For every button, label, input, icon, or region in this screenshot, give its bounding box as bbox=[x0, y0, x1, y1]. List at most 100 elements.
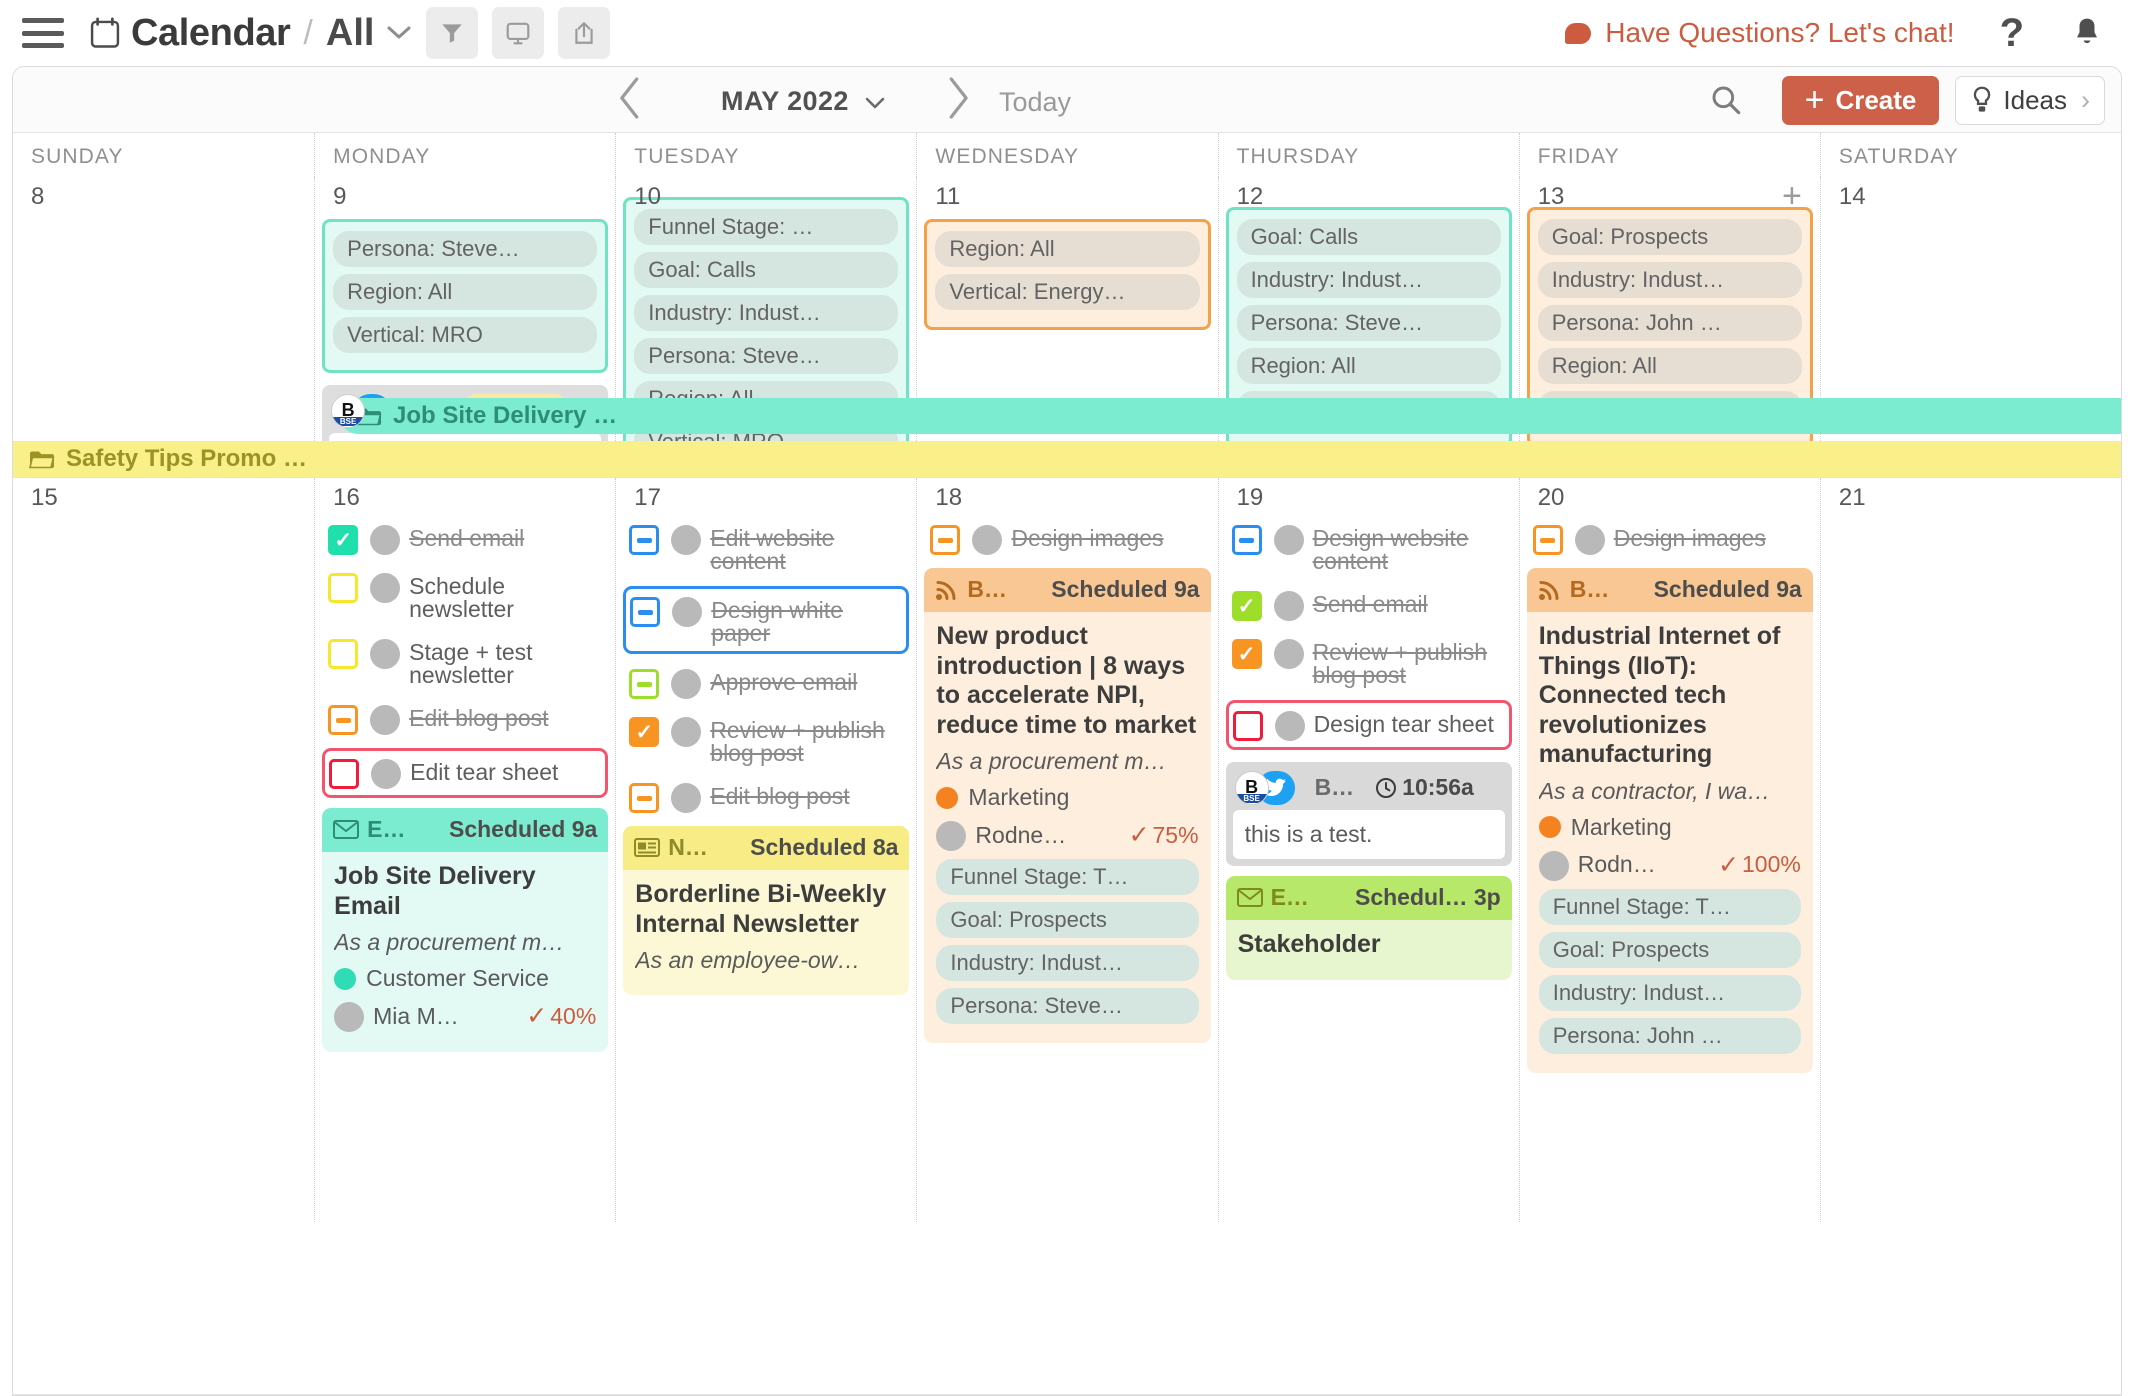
task-row[interactable]: Edit blog post bbox=[627, 778, 909, 816]
tag-pill[interactable]: Goal: Prospects bbox=[936, 902, 1199, 938]
tag-pill[interactable]: Funnel Stage: T… bbox=[1538, 888, 1801, 925]
today-button[interactable]: Today bbox=[999, 87, 1071, 118]
task-checkbox[interactable] bbox=[629, 783, 660, 813]
task-row[interactable]: Edit website content bbox=[627, 520, 909, 576]
task-checkbox[interactable]: ✓ bbox=[328, 525, 359, 555]
task-row[interactable]: ✓ Review + publish blog post bbox=[627, 712, 909, 768]
tag-pill[interactable]: Goal: Calls bbox=[634, 252, 899, 288]
content-schedule-label: Schedul… 3p bbox=[1355, 884, 1501, 910]
content-card-email[interactable]: E… Schedul… 3p Stakeholder bbox=[1225, 876, 1512, 980]
tag-pill[interactable]: Goal: Prospects bbox=[1537, 219, 1802, 255]
chevron-down-icon[interactable] bbox=[386, 25, 412, 41]
tag-pill[interactable]: Industry: Indust… bbox=[1236, 262, 1501, 298]
tag-pill[interactable]: Industry: Indust… bbox=[634, 295, 899, 331]
day-cell-19[interactable]: 19 Design website content ✓ Send email ✓… bbox=[1217, 478, 1519, 1222]
task-checkbox[interactable] bbox=[328, 573, 359, 603]
add-event-button[interactable]: + bbox=[1782, 179, 1802, 213]
tag-pill[interactable]: Funnel Stage: T… bbox=[936, 859, 1199, 895]
weekday-thursday: THURSDAY bbox=[1217, 133, 1519, 177]
tag-pill[interactable]: Persona: Steve… bbox=[634, 338, 899, 374]
task-checkbox[interactable] bbox=[1231, 525, 1262, 555]
display-icon[interactable] bbox=[492, 7, 545, 59]
prev-month-button[interactable] bbox=[613, 75, 647, 121]
task-checkbox[interactable]: ✓ bbox=[629, 717, 660, 747]
tag-pill[interactable]: Vertical: Energy… bbox=[935, 274, 1200, 310]
day-cell-8[interactable]: 8 bbox=[13, 177, 314, 477]
task-row[interactable]: Design website content bbox=[1230, 520, 1512, 576]
task-row[interactable]: Design images bbox=[1531, 520, 1813, 558]
tag-card[interactable]: Persona: Steve… Region: All Vertical: MR… bbox=[322, 219, 609, 373]
avatar bbox=[671, 525, 702, 555]
tag-card[interactable]: Region: All Vertical: Energy… bbox=[924, 219, 1211, 330]
tag-pill[interactable]: Region: All bbox=[1537, 348, 1802, 384]
content-card-newsletter[interactable]: N… Scheduled 8a Borderline Bi-Weekly Int… bbox=[623, 826, 910, 995]
task-checkbox[interactable]: ✓ bbox=[1231, 591, 1262, 621]
tag-pill[interactable]: Region: All bbox=[333, 274, 598, 310]
task-row[interactable]: ✓ Send email bbox=[326, 520, 608, 558]
campaign-bar-safety-tips-promo[interactable]: Safety Tips Promo … bbox=[13, 441, 2121, 477]
task-checkbox[interactable] bbox=[328, 639, 359, 669]
tag-pill[interactable]: Goal: Prospects bbox=[1538, 931, 1801, 968]
campaign-bar-job-site-delivery[interactable]: Job Site Delivery … bbox=[340, 398, 2121, 434]
tag-pill[interactable]: Industry: Indust… bbox=[936, 945, 1199, 981]
day-cell-21[interactable]: 21 bbox=[1819, 478, 2121, 1222]
tag-pill[interactable]: Region: All bbox=[1236, 348, 1501, 384]
tag-pill[interactable]: Persona: John … bbox=[1538, 1017, 1801, 1054]
search-icon[interactable] bbox=[1710, 84, 1742, 116]
task-row[interactable]: Schedule newsletter bbox=[326, 568, 608, 624]
tag-card[interactable]: Funnel Stage: … Goal: Calls Industry: In… bbox=[623, 197, 910, 477]
chat-prompt-link[interactable]: Have Questions? Let's chat! bbox=[1565, 17, 1955, 49]
task-checkbox[interactable] bbox=[1532, 525, 1563, 555]
day-cell-16[interactable]: 16 ✓ Send email Schedule newsletter Stag… bbox=[314, 478, 615, 1222]
month-selector[interactable]: MAY 2022 bbox=[721, 86, 885, 117]
brand-icon: B BSE bbox=[331, 393, 366, 428]
task-checkbox[interactable] bbox=[629, 669, 660, 699]
tag-pill[interactable]: Persona: Steve… bbox=[333, 231, 598, 267]
task-checkbox[interactable] bbox=[630, 597, 661, 627]
task-row-selected[interactable]: Design white paper bbox=[623, 586, 910, 654]
task-checkbox[interactable]: ✓ bbox=[1231, 639, 1262, 669]
task-row[interactable]: Stage + test newsletter bbox=[326, 634, 608, 690]
check-icon: ✓ bbox=[526, 1002, 548, 1030]
task-checkbox[interactable] bbox=[930, 525, 961, 555]
calendar-scope-label[interactable]: All bbox=[326, 12, 375, 55]
content-card-email[interactable]: E… Scheduled 9a Job Site Delivery Email … bbox=[322, 808, 609, 1052]
task-row-selected[interactable]: Edit tear sheet bbox=[322, 748, 609, 798]
day-cell-18[interactable]: 18 Design images B… Scheduled 9a New pro… bbox=[916, 478, 1217, 1222]
task-row[interactable]: Approve email bbox=[627, 664, 909, 702]
tag-pill[interactable]: Persona: Steve… bbox=[1236, 305, 1501, 341]
next-month-button[interactable] bbox=[941, 75, 975, 121]
day-cell-15[interactable]: 15 bbox=[13, 478, 314, 1222]
bell-icon[interactable] bbox=[2072, 16, 2102, 50]
task-row[interactable]: Design images bbox=[928, 520, 1210, 558]
task-row[interactable]: ✓ Send email bbox=[1230, 586, 1512, 624]
task-checkbox[interactable] bbox=[329, 759, 360, 789]
share-icon[interactable] bbox=[558, 7, 611, 59]
tag-pill[interactable]: Persona: John … bbox=[1537, 305, 1802, 341]
day-cell-20[interactable]: 20 Design images B… Scheduled 9a Industr… bbox=[1518, 478, 1820, 1222]
task-label: Edit website content bbox=[710, 525, 835, 574]
hamburger-icon[interactable] bbox=[22, 18, 64, 48]
content-card-blog[interactable]: B… Scheduled 9a New product introduction… bbox=[924, 568, 1211, 1043]
social-post-card[interactable]: B BSE B… 10:56a this is a test. bbox=[1225, 762, 1512, 866]
task-checkbox[interactable] bbox=[629, 525, 660, 555]
filter-icon[interactable] bbox=[426, 7, 479, 59]
tag-pill[interactable]: Industry: Indust… bbox=[1538, 974, 1801, 1011]
ideas-button[interactable]: Ideas › bbox=[1955, 75, 2105, 125]
task-row[interactable]: Edit blog post bbox=[326, 700, 608, 738]
tag-pill[interactable]: Industry: Indust… bbox=[1537, 262, 1802, 298]
tag-pill[interactable]: Persona: Steve… bbox=[936, 988, 1199, 1024]
day-cell-17[interactable]: 17 Edit website content Design white pap… bbox=[615, 478, 916, 1222]
task-checkbox[interactable] bbox=[328, 705, 359, 735]
social-post-body[interactable]: this is a test. bbox=[1232, 810, 1505, 859]
create-button[interactable]: + Create bbox=[1781, 75, 1940, 125]
task-checkbox[interactable] bbox=[1232, 711, 1263, 741]
help-icon[interactable]: ? bbox=[2000, 11, 2024, 56]
task-row[interactable]: ✓ Review + publish blog post bbox=[1230, 634, 1512, 690]
task-row-selected[interactable]: Design tear sheet bbox=[1225, 700, 1512, 750]
tag-pill[interactable]: Vertical: MRO bbox=[333, 317, 598, 353]
content-card-blog[interactable]: B… Scheduled 9a Industrial Internet of T… bbox=[1526, 568, 1813, 1073]
tag-pill[interactable]: Goal: Calls bbox=[1236, 219, 1501, 255]
tag-pill[interactable]: Region: All bbox=[935, 231, 1200, 267]
campaign-label: Safety Tips Promo … bbox=[66, 445, 307, 472]
